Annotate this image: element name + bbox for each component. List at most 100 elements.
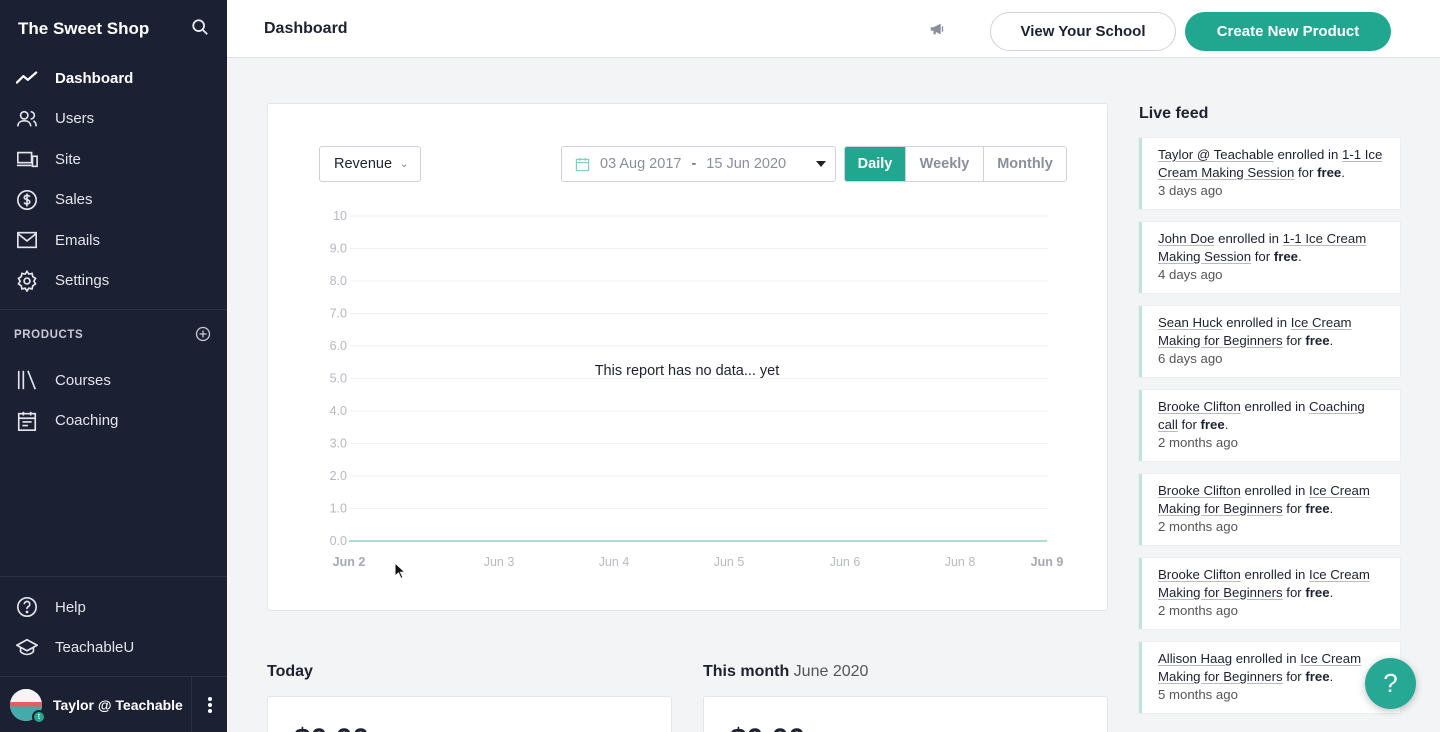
- envelope-icon: [15, 228, 39, 252]
- today-value: $0.00: [294, 723, 369, 732]
- search-icon[interactable]: [191, 18, 209, 41]
- sidebar-item-users[interactable]: Users: [0, 99, 227, 140]
- this-month-heading: This month June 2020: [703, 663, 868, 681]
- feed-user-link[interactable]: John Doe: [1158, 231, 1214, 246]
- avatar[interactable]: t: [10, 688, 46, 724]
- sidebar-item-site[interactable]: Site: [0, 139, 227, 180]
- school-name[interactable]: The Sweet Shop: [18, 19, 149, 39]
- user-name[interactable]: Taylor @ Teachable: [53, 697, 191, 713]
- sidebar-item-label: Settings: [55, 272, 110, 290]
- feed-user-link[interactable]: Brooke Clifton: [1158, 567, 1241, 582]
- calendar-icon: [575, 157, 590, 171]
- today-heading: Today: [267, 663, 313, 681]
- feed-time: 2 months ago: [1158, 519, 1238, 534]
- feed-verb: enrolled in: [1244, 567, 1306, 582]
- feed-verb: enrolled in: [1235, 651, 1297, 666]
- x-tick-label: Jun 6: [830, 555, 861, 569]
- revenue-report-card: Revenue ⌄ 03 Aug 2017 - 15 Jun 2020 Dail…: [267, 103, 1108, 611]
- sidebar-item-teachableu[interactable]: TeachableU: [0, 628, 227, 669]
- feed-price: free: [1200, 417, 1225, 432]
- feed-for: for: [1298, 165, 1314, 180]
- date-from: 03 Aug 2017: [600, 156, 682, 172]
- feed-user-link[interactable]: Taylor @ Teachable: [1158, 147, 1274, 162]
- sidebar-item-sales[interactable]: Sales: [0, 180, 227, 221]
- month-stat-card: $0.00: [703, 696, 1108, 732]
- sidebar-item-label: Courses: [55, 371, 111, 389]
- feed-item: John Doe enrolled in 1-1 Ice Cream Makin…: [1139, 222, 1400, 293]
- feed-item: Sean Huck enrolled in Ice Cream Making f…: [1139, 306, 1400, 377]
- revenue-chart: 109.08.07.06.05.04.03.02.01.00.0 Jun 2 Ju…: [330, 209, 1064, 569]
- live-feed-title: Live feed: [1139, 105, 1209, 122]
- view-school-button[interactable]: View Your School: [990, 12, 1176, 51]
- sidebar-item-label: Sales: [55, 191, 93, 209]
- help-button[interactable]: ?: [1365, 658, 1416, 709]
- date-range-picker[interactable]: 03 Aug 2017 - 15 Jun 2020: [561, 146, 836, 182]
- feed-item: Brooke Clifton enrolled in Ice Cream Mak…: [1139, 474, 1400, 545]
- sidebar-item-label: Help: [55, 598, 86, 616]
- y-tick-label: 4.0: [330, 404, 347, 418]
- month-label: This month: [703, 663, 790, 680]
- sidebar-item-label: Site: [55, 150, 81, 168]
- sidebar-item-emails[interactable]: Emails: [0, 220, 227, 261]
- devices-icon: [15, 147, 39, 171]
- page-title: Dashboard: [264, 20, 348, 37]
- period-weekly-button[interactable]: Weekly: [906, 147, 984, 181]
- feed-for: for: [1286, 585, 1302, 600]
- create-new-product-button[interactable]: Create New Product: [1185, 12, 1391, 51]
- y-tick-label: 9.0: [330, 242, 347, 256]
- feed-price: free: [1305, 501, 1330, 516]
- dollar-icon: [15, 188, 39, 212]
- add-product-icon[interactable]: [195, 326, 211, 345]
- sidebar-item-label: Dashboard: [55, 69, 134, 87]
- sidebar-item-label: Emails: [55, 231, 101, 249]
- period-monthly-button[interactable]: Monthly: [984, 147, 1066, 181]
- date-separator: -: [691, 156, 697, 172]
- megaphone-icon[interactable]: [929, 20, 947, 38]
- feed-time: 3 days ago: [1158, 183, 1223, 198]
- feed-user-link[interactable]: Sean Huck: [1158, 315, 1223, 330]
- sidebar-item-label: TeachableU: [55, 639, 135, 657]
- more-options-icon[interactable]: [191, 676, 227, 732]
- help-circle-icon: [15, 595, 39, 619]
- brand-bar: The Sweet Shop: [0, 0, 227, 58]
- sidebar-item-dashboard[interactable]: Dashboard: [0, 58, 227, 99]
- graduation-cap-icon: [15, 636, 39, 660]
- feed-verb: enrolled in: [1277, 147, 1339, 162]
- feed-time: 6 days ago: [1158, 351, 1223, 366]
- feed-verb: enrolled in: [1226, 315, 1288, 330]
- avatar-badge: t: [32, 709, 46, 724]
- user-bar: t Taylor @ Teachable: [0, 676, 227, 732]
- sidebar-item-settings[interactable]: Settings: [0, 261, 227, 302]
- feed-user-link[interactable]: Allison Haag: [1158, 651, 1232, 666]
- feed-item: Brooke Clifton enrolled in Ice Cream Mak…: [1139, 558, 1400, 629]
- x-tick-label: Jun 4: [599, 555, 630, 569]
- books-icon: [15, 368, 39, 392]
- y-tick-label: 7.0: [330, 307, 347, 321]
- sidebar-item-coaching[interactable]: Coaching: [0, 401, 227, 442]
- metric-select[interactable]: Revenue ⌄: [319, 146, 421, 182]
- feed-item: Brooke Clifton enrolled in Coaching call…: [1139, 390, 1400, 461]
- period-daily-button[interactable]: Daily: [845, 147, 906, 181]
- feed-verb: enrolled in: [1218, 231, 1279, 246]
- feed-price: free: [1305, 333, 1330, 348]
- x-tick-label: Jun 8: [945, 555, 976, 569]
- live-feed-list: Taylor @ Teachable enrolled in 1-1 Ice C…: [1139, 138, 1400, 726]
- y-tick-label: 2.0: [330, 469, 347, 483]
- feed-time: 2 months ago: [1158, 603, 1238, 618]
- feed-for: for: [1286, 333, 1302, 348]
- y-tick-label: 3.0: [330, 437, 347, 451]
- feed-user-link[interactable]: Brooke Clifton: [1158, 399, 1241, 414]
- sidebar-item-courses[interactable]: Courses: [0, 360, 227, 401]
- feed-time: 5 months ago: [1158, 687, 1238, 702]
- feed-user-link[interactable]: Brooke Clifton: [1158, 483, 1241, 498]
- x-tick-label: Jun 2: [333, 555, 366, 569]
- feed-for: for: [1286, 669, 1302, 684]
- feed-verb: enrolled in: [1244, 399, 1306, 414]
- y-tick-label: 0.0: [330, 534, 347, 548]
- feed-time: 4 days ago: [1158, 267, 1223, 282]
- sidebar-item-label: Users: [55, 110, 95, 128]
- feed-item: Taylor @ Teachable enrolled in 1-1 Ice C…: [1139, 138, 1400, 209]
- sidebar-item-help[interactable]: Help: [0, 587, 227, 628]
- y-tick-label: 8.0: [330, 274, 347, 288]
- feed-price: free: [1317, 165, 1342, 180]
